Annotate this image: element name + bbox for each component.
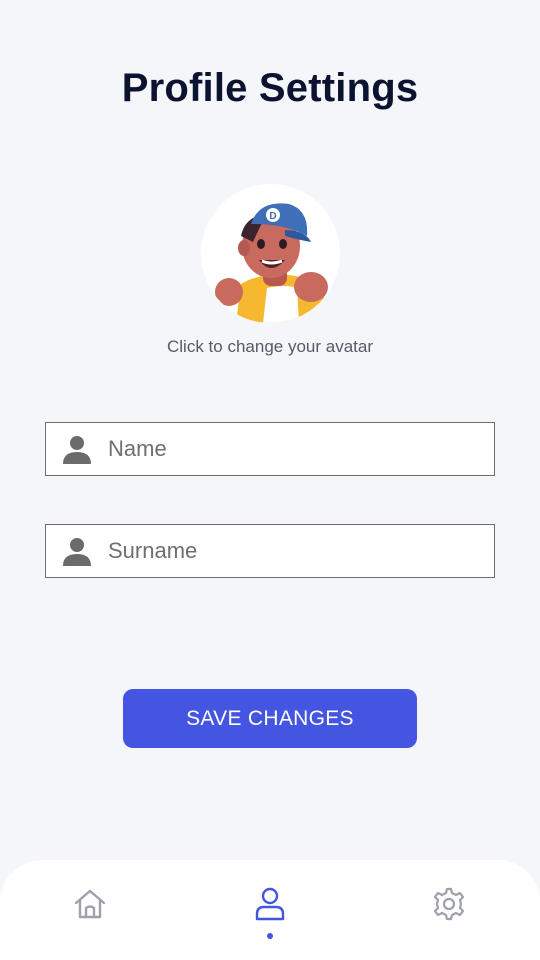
save-changes-button[interactable]: SAVE CHANGES [123, 689, 417, 748]
page-title: Profile Settings [121, 66, 419, 110]
person-icon [63, 538, 91, 566]
name-field[interactable] [45, 422, 495, 476]
profile-settings-screen: Profile Settings D Click to change your … [0, 0, 540, 960]
settings-icon [433, 887, 465, 921]
svg-text:D: D [269, 211, 276, 222]
person-icon [63, 436, 91, 464]
surname-input[interactable] [108, 538, 468, 564]
profile-icon [255, 887, 285, 921]
name-input[interactable] [108, 436, 468, 462]
home-icon [74, 889, 106, 919]
active-indicator [267, 933, 273, 939]
nav-profile[interactable] [250, 886, 290, 926]
surname-field[interactable] [45, 524, 495, 578]
avatar-image: D [215, 203, 333, 323]
bottom-navigation [0, 860, 540, 960]
avatar[interactable]: D [201, 184, 340, 323]
nav-home[interactable] [70, 886, 110, 926]
avatar-hint: Click to change your avatar [167, 337, 373, 356]
nav-settings[interactable] [429, 886, 469, 926]
